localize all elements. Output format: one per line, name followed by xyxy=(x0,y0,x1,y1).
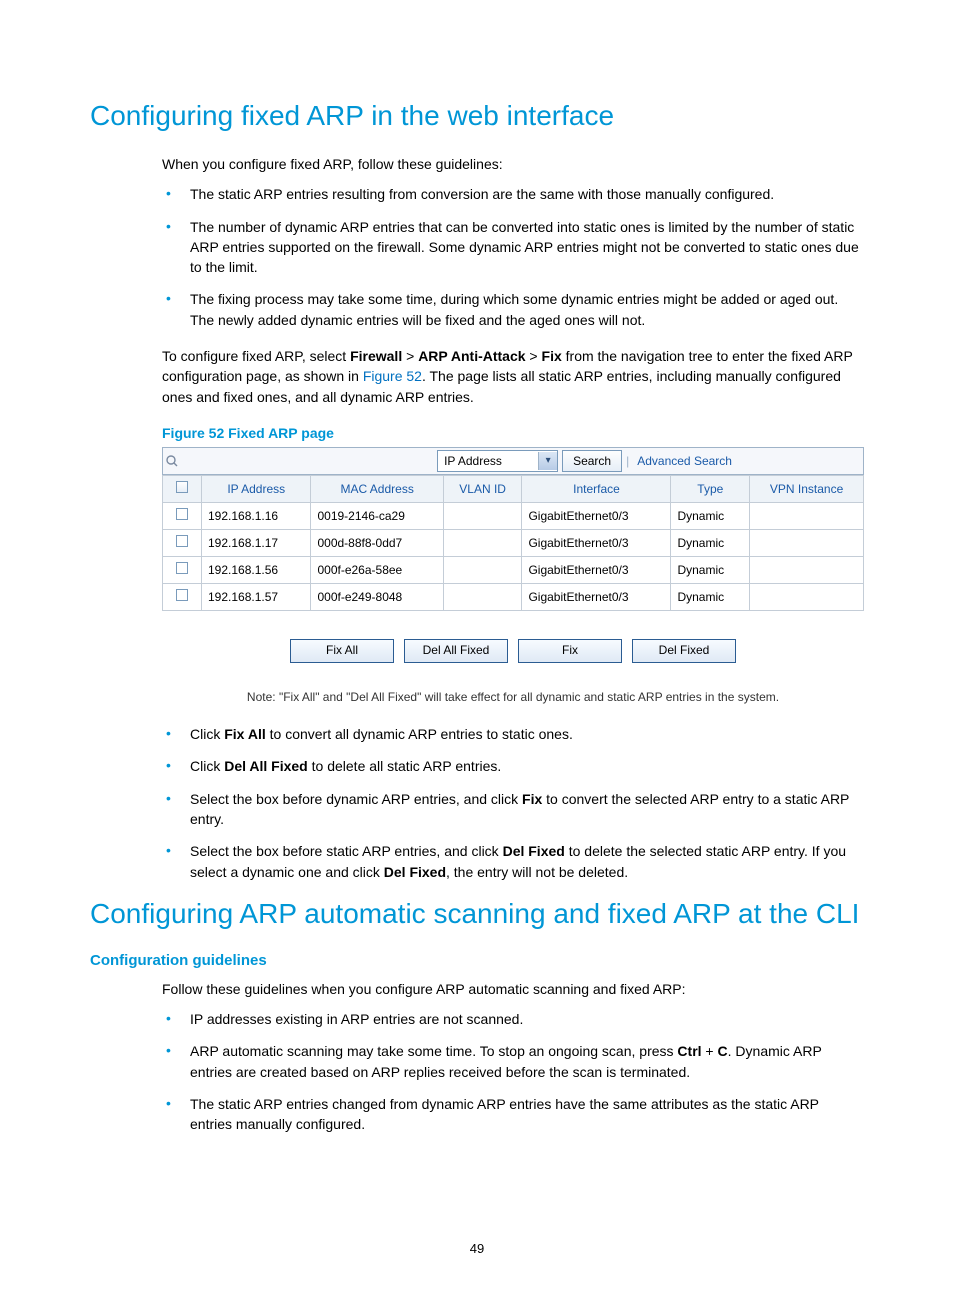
fix-all-button[interactable]: Fix All xyxy=(290,639,394,662)
search-button[interactable]: Search xyxy=(562,450,622,472)
list-item: Click Fix All to convert all dynamic ARP… xyxy=(162,724,864,744)
search-icon xyxy=(165,454,179,468)
page-number: 49 xyxy=(0,1241,954,1256)
cell-type: Dynamic xyxy=(671,503,750,530)
guidelines-list-a: The static ARP entries resulting from co… xyxy=(162,184,864,330)
row-checkbox[interactable] xyxy=(176,589,188,601)
list-item: The static ARP entries resulting from co… xyxy=(162,184,864,204)
cell-mac: 000f-e26a-58ee xyxy=(311,557,443,584)
cell-mac: 000d-88f8-0dd7 xyxy=(311,530,443,557)
select-all-checkbox[interactable] xyxy=(176,481,188,493)
action-explain-list: Click Fix All to convert all dynamic ARP… xyxy=(162,724,864,882)
nav-paragraph: To configure fixed ARP, select Firewall … xyxy=(162,346,864,407)
row-checkbox[interactable] xyxy=(176,508,188,520)
table-header-row: IP Address MAC Address VLAN ID Interface… xyxy=(163,476,864,503)
search-toolbar: IP Address ▾ Search | Advanced Search xyxy=(162,447,864,475)
list-item: Click Del All Fixed to delete all static… xyxy=(162,756,864,776)
cell-interface: GigabitEthernet0/3 xyxy=(522,584,671,611)
col-type: Type xyxy=(671,476,750,503)
cell-vlan xyxy=(443,584,522,611)
fix-button[interactable]: Fix xyxy=(518,639,622,662)
table-row: 192.168.1.57000f-e249-8048 GigabitEtherne… xyxy=(163,584,864,611)
chevron-down-icon: ▾ xyxy=(538,452,557,470)
cell-vpn xyxy=(750,557,864,584)
row-checkbox[interactable] xyxy=(176,535,188,547)
list-item: The number of dynamic ARP entries that c… xyxy=(162,217,864,278)
select-value: IP Address xyxy=(438,453,538,470)
cell-interface: GigabitEthernet0/3 xyxy=(522,503,671,530)
row-checkbox[interactable] xyxy=(176,562,188,574)
figure-caption: Figure 52 Fixed ARP page xyxy=(162,423,864,443)
cell-vlan xyxy=(443,557,522,584)
table-row: 192.168.1.17000d-88f8-0dd7 GigabitEtherne… xyxy=(163,530,864,557)
table-row: 192.168.1.56000f-e26a-58ee GigabitEtherne… xyxy=(163,557,864,584)
cell-ip: 192.168.1.56 xyxy=(202,557,311,584)
arp-table: IP Address MAC Address VLAN ID Interface… xyxy=(162,475,864,611)
cell-interface: GigabitEthernet0/3 xyxy=(522,557,671,584)
heading-arp-cli: Configuring ARP automatic scanning and f… xyxy=(90,898,864,930)
list-item: The fixing process may take some time, d… xyxy=(162,289,864,330)
list-item: The static ARP entries changed from dyna… xyxy=(162,1094,864,1135)
cell-interface: GigabitEthernet0/3 xyxy=(522,530,671,557)
table-row: 192.168.1.160019-2146-ca29 GigabitEtherne… xyxy=(163,503,864,530)
cell-mac: 000f-e249-8048 xyxy=(311,584,443,611)
col-vlan: VLAN ID xyxy=(443,476,522,503)
cell-vpn xyxy=(750,530,864,557)
cell-type: Dynamic xyxy=(671,530,750,557)
cell-vlan xyxy=(443,530,522,557)
intro-paragraph: When you configure fixed ARP, follow the… xyxy=(162,154,864,174)
cell-vlan xyxy=(443,503,522,530)
cell-ip: 192.168.1.16 xyxy=(202,503,311,530)
del-fixed-button[interactable]: Del Fixed xyxy=(632,639,736,662)
list-item: ARP automatic scanning may take some tim… xyxy=(162,1041,864,1082)
col-mac: MAC Address xyxy=(311,476,443,503)
advanced-search-link[interactable]: Advanced Search xyxy=(637,453,732,470)
col-interface: Interface xyxy=(522,476,671,503)
fixed-arp-screenshot: IP Address ▾ Search | Advanced Search IP… xyxy=(162,447,864,706)
del-all-fixed-button[interactable]: Del All Fixed xyxy=(404,639,508,662)
cell-ip: 192.168.1.17 xyxy=(202,530,311,557)
cell-type: Dynamic xyxy=(671,584,750,611)
cell-vpn xyxy=(750,503,864,530)
cell-vpn xyxy=(750,584,864,611)
col-ip: IP Address xyxy=(202,476,311,503)
col-vpn: VPN Instance xyxy=(750,476,864,503)
heading-fixed-arp-web: Configuring fixed ARP in the web interfa… xyxy=(90,100,864,132)
list-item: IP addresses existing in ARP entries are… xyxy=(162,1009,864,1029)
cell-ip: 192.168.1.57 xyxy=(202,584,311,611)
action-button-row: Fix All Del All Fixed Fix Del Fixed xyxy=(162,639,864,662)
list-item: Select the box before dynamic ARP entrie… xyxy=(162,789,864,830)
figure-link[interactable]: Figure 52 xyxy=(363,368,422,384)
cli-guidelines-list: IP addresses existing in ARP entries are… xyxy=(162,1009,864,1134)
list-item: Select the box before static ARP entries… xyxy=(162,841,864,882)
cell-mac: 0019-2146-ca29 xyxy=(311,503,443,530)
subheading-config-guidelines: Configuration guidelines xyxy=(90,952,864,969)
cell-type: Dynamic xyxy=(671,557,750,584)
cli-intro: Follow these guidelines when you configu… xyxy=(162,979,864,999)
search-field-select[interactable]: IP Address ▾ xyxy=(437,450,558,472)
screenshot-note: Note: "Fix All" and "Del All Fixed" will… xyxy=(162,689,864,706)
